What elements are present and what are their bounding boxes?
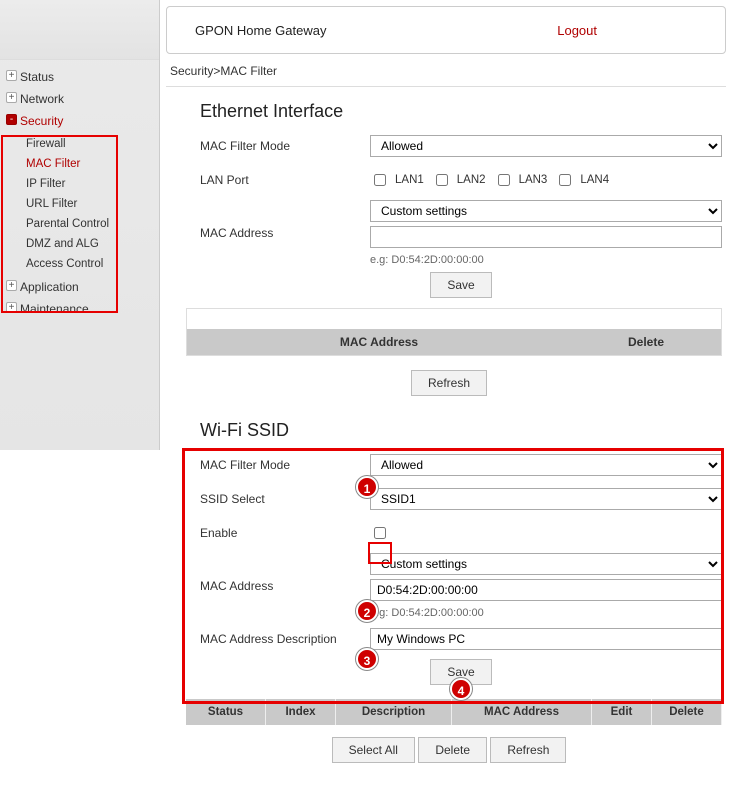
sidebar: + Status + Network - Security Firewall M…	[0, 0, 160, 450]
eth-refresh-button[interactable]: Refresh	[411, 370, 487, 396]
lan-port-group: LAN1 LAN2 LAN3 LAN4	[370, 171, 722, 189]
wifi-section-title: Wi-Fi SSID	[200, 420, 732, 441]
eth-mac-select[interactable]: Custom settings	[370, 200, 722, 222]
lan3-checkbox[interactable]	[498, 174, 510, 186]
sidebar-item-ip-filter[interactable]: IP Filter	[14, 174, 159, 194]
main-content: GPON Home Gateway Logout Security>MAC Fi…	[166, 0, 732, 773]
sidebar-item-security[interactable]: - Security	[4, 110, 159, 132]
wifi-delete-button[interactable]: Delete	[418, 737, 487, 763]
sidebar-item-firewall[interactable]: Firewall	[14, 134, 159, 154]
wifi-enable-checkbox[interactable]	[374, 527, 386, 539]
topbar: GPON Home Gateway Logout	[166, 6, 726, 54]
sidebar-item-mac-filter[interactable]: MAC Filter	[14, 154, 159, 174]
eth-mode-select[interactable]: Allowed	[370, 135, 722, 157]
wifi-desc-label: MAC Address Description	[200, 632, 370, 646]
eth-lan-label: LAN Port	[200, 173, 370, 187]
eth-save-button[interactable]: Save	[430, 272, 491, 298]
expand-icon: +	[6, 280, 17, 291]
eth-col-delete: Delete	[571, 329, 721, 355]
sidebar-item-dmz-alg[interactable]: DMZ and ALG	[14, 234, 159, 254]
wifi-mac-select[interactable]: Custom settings	[370, 553, 722, 575]
eth-mac-input[interactable]	[370, 226, 722, 248]
collapse-icon: -	[6, 114, 17, 125]
wifi-desc-input[interactable]	[370, 628, 722, 650]
ethernet-form: MAC Filter Mode Allowed LAN Port LAN1 LA…	[200, 132, 722, 298]
sidebar-logo-area	[0, 0, 159, 60]
wifi-col-desc: Description	[336, 699, 452, 725]
eth-mac-hint: e.g: D0:54:2D:00:00:00	[370, 254, 722, 266]
wifi-ssid-select[interactable]: SSID1	[370, 488, 722, 510]
wifi-mac-table: Status Index Description MAC Address Edi…	[186, 699, 722, 725]
logout-link[interactable]: Logout	[557, 23, 597, 38]
sidebar-item-network[interactable]: + Network	[4, 88, 159, 110]
security-submenu: Firewall MAC Filter IP Filter URL Filter…	[14, 134, 159, 274]
lan2-checkbox[interactable]	[436, 174, 448, 186]
wifi-save-button[interactable]: Save	[430, 659, 491, 685]
sidebar-item-application[interactable]: + Application	[4, 276, 159, 298]
sidebar-item-status[interactable]: + Status	[4, 66, 159, 88]
sidebar-item-parental-control[interactable]: Parental Control	[14, 214, 159, 234]
lan4-checkbox[interactable]	[559, 174, 571, 186]
wifi-mac-input[interactable]	[370, 579, 722, 601]
expand-icon: +	[6, 70, 17, 81]
wifi-select-all-button[interactable]: Select All	[332, 737, 415, 763]
wifi-col-delete: Delete	[652, 699, 722, 725]
wifi-col-status: Status	[186, 699, 266, 725]
sidebar-item-maintenance[interactable]: + Maintenance	[4, 298, 159, 320]
eth-mac-label: MAC Address	[200, 226, 370, 240]
wifi-mac-label: MAC Address	[200, 579, 370, 593]
wifi-mode-select[interactable]: Allowed	[370, 454, 722, 476]
sidebar-item-access-control[interactable]: Access Control	[14, 254, 159, 274]
eth-mac-table: MAC Address Delete	[186, 308, 722, 356]
wifi-mac-hint: e.g: D0:54:2D:00:00:00	[370, 607, 722, 619]
eth-mode-label: MAC Filter Mode	[200, 139, 370, 153]
eth-col-mac: MAC Address	[187, 329, 571, 355]
sidebar-item-url-filter[interactable]: URL Filter	[14, 194, 159, 214]
breadcrumb: Security>MAC Filter	[166, 54, 726, 87]
wifi-col-index: Index	[266, 699, 336, 725]
wifi-ssid-label: SSID Select	[200, 492, 370, 506]
expand-icon: +	[6, 302, 17, 313]
ethernet-section-title: Ethernet Interface	[200, 101, 732, 122]
wifi-form: MAC Filter Mode Allowed SSID Select SSID…	[200, 451, 722, 685]
wifi-refresh-button[interactable]: Refresh	[490, 737, 566, 763]
wifi-enable-label: Enable	[200, 526, 370, 540]
page-title: GPON Home Gateway	[195, 23, 327, 38]
wifi-mode-label: MAC Filter Mode	[200, 458, 370, 472]
expand-icon: +	[6, 92, 17, 103]
wifi-col-mac: MAC Address	[452, 699, 592, 725]
wifi-col-edit: Edit	[592, 699, 652, 725]
lan1-checkbox[interactable]	[374, 174, 386, 186]
